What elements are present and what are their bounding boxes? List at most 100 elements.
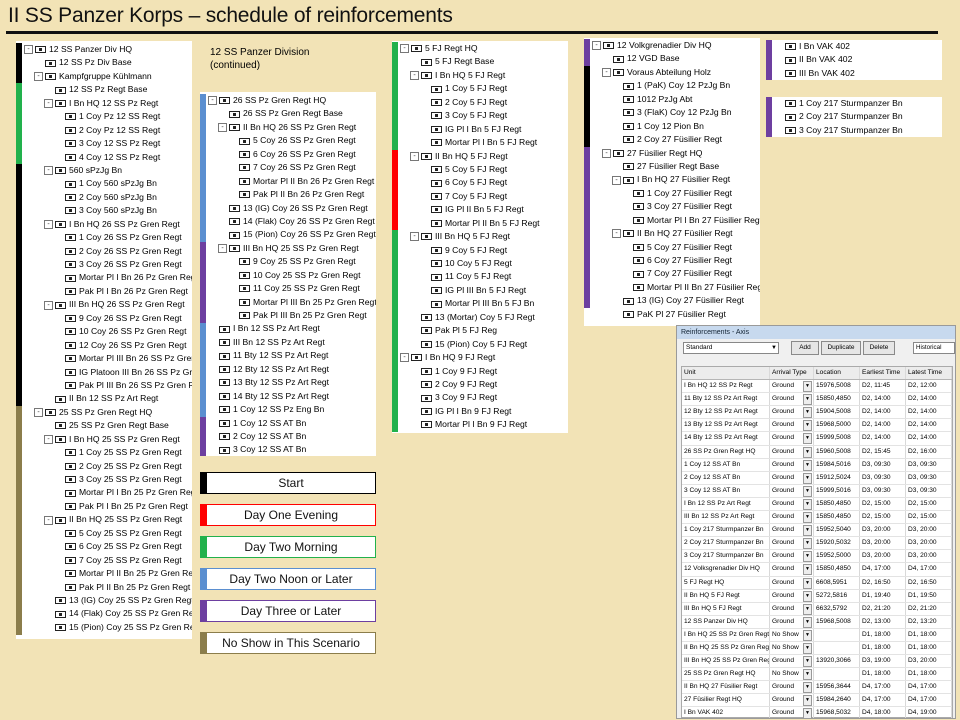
collapse-toggle-icon[interactable]: - <box>44 98 53 108</box>
tree-item[interactable]: 15 (Pion) Coy 5 FJ Regt <box>400 338 568 351</box>
tree-item[interactable]: 1 Coy 5 FJ Regt <box>400 82 568 95</box>
collapse-toggle-icon[interactable]: - <box>592 41 601 51</box>
tree-item[interactable]: 4 Coy 12 SS Pz Regt <box>24 151 192 164</box>
table-cell[interactable]: Ground ▼ <box>770 419 814 432</box>
table-row[interactable]: II Bn HQ 25 SS Pz Gren Regt No Show ▼ D1, 1… <box>682 641 952 656</box>
table-cell[interactable]: Ground ▼ <box>770 537 814 550</box>
collapse-toggle-icon[interactable]: - <box>400 353 409 363</box>
tree-item[interactable]: 2 Coy Pz 12 SS Regt <box>24 124 192 137</box>
tree-item[interactable]: - I Bn HQ 26 SS Pz Gren Regt <box>24 218 192 231</box>
tree-item[interactable]: Pak Pl III Bn 26 SS Pz Gren Regt <box>24 379 192 392</box>
table-row[interactable]: I Bn HQ 25 SS Pz Gren Regt No Show ▼ D1, 18… <box>682 628 952 642</box>
table-row[interactable]: II Bn HQ 5 FJ Regt Ground ▼ 5272,5816 D1, 19… <box>682 589 952 603</box>
tree-item[interactable]: 1 Coy 26 SS Pz Gren Regt <box>24 231 192 244</box>
tree-item[interactable]: I Bn 12 SS Pz Art Regt <box>208 322 376 335</box>
collapse-toggle-icon[interactable]: - <box>602 148 611 158</box>
tree-item[interactable]: 10 Coy 26 SS Pz Gren Regt <box>24 325 192 338</box>
tree-item[interactable]: Mortar Pl I Bn 26 Pz Gren Regt <box>24 271 192 284</box>
tree-item[interactable]: Mortar Pl II Bn 26 Pz Gren Regt <box>208 175 376 188</box>
table-row[interactable]: 12 Bty 12 SS Pz Art Regt Ground ▼ 15904,500… <box>682 406 952 420</box>
tree-item[interactable]: - 25 SS Pz Gren Regt HQ <box>24 406 192 419</box>
tree-item[interactable]: 10 Coy 25 SS Pz Gren Regt <box>208 269 376 282</box>
tree-item[interactable]: Mortar Pl III Bn 5 FJ Bn <box>400 297 568 310</box>
chevron-down-icon[interactable]: ▼ <box>803 629 812 641</box>
table-cell[interactable]: Ground ▼ <box>770 563 814 576</box>
tree-item[interactable]: - I Bn HQ 12 SS Pz Regt <box>24 97 192 110</box>
table-cell[interactable]: Ground ▼ <box>770 406 814 419</box>
table-cell[interactable]: No Show ▼ <box>770 668 814 681</box>
tree-item[interactable]: 6 Coy 26 SS Pz Gren Regt <box>208 148 376 161</box>
tree-item[interactable]: 9 Coy 5 FJ Regt <box>400 244 568 257</box>
tree-item[interactable]: 1 Coy Pz 12 SS Regt <box>24 110 192 123</box>
tree-item[interactable]: 13 (IG) Coy 25 SS Pz Gren Regt <box>24 594 192 607</box>
column-header[interactable]: Location <box>814 367 860 380</box>
collapse-toggle-icon[interactable]: - <box>602 68 611 78</box>
column-header[interactable]: Latest Time <box>906 367 952 380</box>
collapse-toggle-icon[interactable]: - <box>612 229 621 239</box>
tree-item[interactable]: 11 Coy 5 FJ Regt <box>400 270 568 283</box>
tree-item[interactable]: 3 Coy 26 SS Pz Gren Regt <box>24 258 192 271</box>
tree-item[interactable]: Mortar Pl II Bn 27 Füsilier Regt <box>592 281 760 294</box>
tree-item[interactable]: - III Bn HQ 25 SS Pz Gren Regt <box>208 242 376 255</box>
tree-item[interactable]: 27 Füsilier Regt Base <box>592 160 760 173</box>
tree-item[interactable]: 14 Bty 12 SS Pz Art Regt <box>208 390 376 403</box>
tree-item[interactable]: 3 Coy 9 FJ Regt <box>400 391 568 404</box>
tree-item[interactable]: IG Pl II Bn 5 FJ Regt <box>400 203 568 216</box>
collapse-toggle-icon[interactable]: - <box>34 72 43 82</box>
table-row[interactable]: 3 Coy 217 Sturmpanzer Bn Ground ▼ 15952,500… <box>682 550 952 564</box>
table-row[interactable]: 12 Volksgrenadier Div HQ Ground ▼ 15850,485… <box>682 563 952 577</box>
chevron-down-icon[interactable]: ▼ <box>803 603 812 615</box>
chevron-down-icon[interactable]: ▼ <box>803 642 812 654</box>
tree-item[interactable]: IG Pl III Bn 5 FJ Regt <box>400 284 568 297</box>
tree-item[interactable]: 3 Coy 560 sPzJg Bn <box>24 204 192 217</box>
tree-item[interactable]: 5 Coy 5 FJ Regt <box>400 163 568 176</box>
tree-item[interactable]: 5 Coy 26 SS Pz Gren Regt <box>208 134 376 147</box>
tree-item[interactable]: 14 (Flak) Coy 25 SS Pz Gren Regt <box>24 607 192 620</box>
tree-item[interactable]: 3 Coy 217 Sturmpanzer Bn <box>774 124 942 137</box>
chevron-down-icon[interactable]: ▼ <box>803 695 812 707</box>
tree-item[interactable]: 25 SS Pz Gren Regt Base <box>24 419 192 432</box>
table-cell[interactable]: Ground ▼ <box>770 445 814 458</box>
tree-item[interactable]: - 12 Volkgrenadier Div HQ <box>592 39 760 52</box>
tree-item[interactable]: Mortar Pl II Bn 5 FJ Regt <box>400 217 568 230</box>
table-cell[interactable]: Ground ▼ <box>770 497 814 511</box>
tree-item[interactable]: - II Bn HQ 25 SS Pz Gren Regt <box>24 513 192 526</box>
collapse-toggle-icon[interactable]: - <box>612 175 621 185</box>
tree-item[interactable]: 2 Coy 217 Sturmpanzer Bn <box>774 110 942 123</box>
tree-item[interactable]: Pak Pl 5 FJ Reg <box>400 324 568 337</box>
tree-item[interactable]: 5 Coy 27 Füsilier Regt <box>592 241 760 254</box>
table-cell[interactable]: No Show ▼ <box>770 628 814 641</box>
tree-item[interactable]: II Bn VAK 402 <box>774 53 942 66</box>
chevron-down-icon[interactable]: ▼ <box>803 564 812 576</box>
column-header[interactable]: Arrival Type <box>770 367 814 380</box>
collapse-toggle-icon[interactable]: - <box>400 44 409 54</box>
tree-item[interactable]: Mortar Pl I Bn 27 Füsilier Regt <box>592 214 760 227</box>
side-select[interactable]: Standard ▼ <box>683 342 779 354</box>
tree-item[interactable]: 6 Coy 5 FJ Regt <box>400 176 568 189</box>
table-cell[interactable]: Ground ▼ <box>770 458 814 471</box>
table-cell[interactable]: Ground ▼ <box>770 576 814 589</box>
tree-item[interactable]: Mortar Pl I Bn 9 FJ Regt <box>400 418 568 431</box>
table-cell[interactable]: Ground ▼ <box>770 471 814 484</box>
tree-item[interactable]: 5 FJ Regt Base <box>400 55 568 68</box>
table-cell[interactable]: Ground ▼ <box>770 655 814 668</box>
chevron-down-icon[interactable]: ▼ <box>803 512 812 524</box>
tree-item[interactable]: 2 Coy 27 Füsilier Regt <box>592 133 760 146</box>
add-button[interactable]: Add <box>791 341 819 355</box>
tree-item[interactable]: Mortar Pl III Bn 26 SS Pz Gren Regt <box>24 352 192 365</box>
table-cell[interactable]: Ground ▼ <box>770 380 814 393</box>
chevron-down-icon[interactable]: ▼ <box>803 616 812 628</box>
tree-item[interactable]: 1 (PaK) Coy 12 PzJg Bn <box>592 79 760 92</box>
table-cell[interactable]: No Show ▼ <box>770 641 814 655</box>
table-row[interactable]: II Bn HQ 27 Füsilier Regt Ground ▼ 15956,36… <box>682 681 952 695</box>
chevron-down-icon[interactable]: ▼ <box>803 682 812 694</box>
tree-item[interactable]: - II Bn HQ 27 Füsilier Regt <box>592 227 760 240</box>
tree-item[interactable]: IG Platoon III Bn 26 SS Pz Gren Regt <box>24 366 192 379</box>
tree-item[interactable]: 1 Coy 25 SS Pz Gren Regt <box>24 446 192 459</box>
tree-item[interactable]: 3 Coy 5 FJ Regt <box>400 109 568 122</box>
tree-item[interactable]: 7 Coy 5 FJ Regt <box>400 190 568 203</box>
table-row[interactable]: 26 SS Pz Gren Regt HQ Ground ▼ 15960,5008 D2… <box>682 445 952 459</box>
tree-item[interactable]: 15 (Pion) Coy 25 SS Pz Gren Regt <box>24 621 192 634</box>
chevron-down-icon[interactable]: ▼ <box>803 459 812 471</box>
table-cell[interactable]: Ground ▼ <box>770 511 814 524</box>
